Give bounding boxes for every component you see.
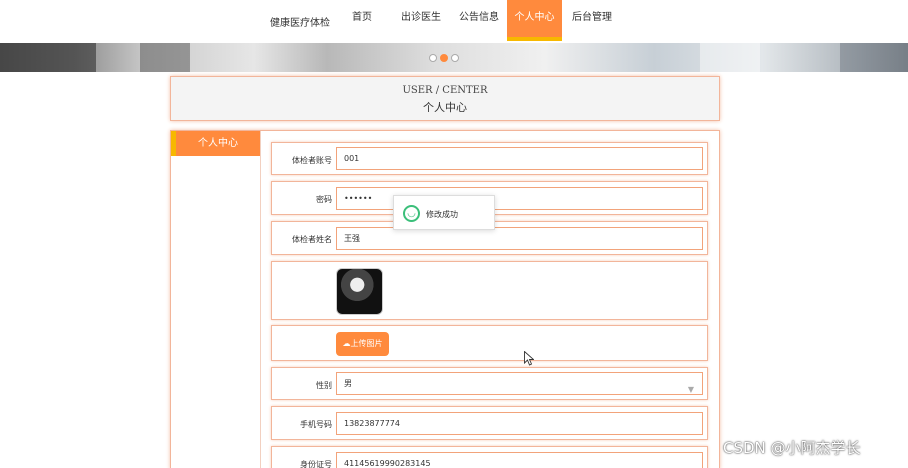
chevron-down-icon: ▼ [687, 385, 694, 394]
header-chinese: 个人中心 [423, 101, 467, 114]
mouse-cursor-icon [524, 351, 534, 366]
upload-cloud-icon: ☁ [342, 339, 351, 348]
phone-input[interactable]: 13823877774 [336, 412, 703, 435]
nav-item-notices[interactable]: 公告信息 [452, 0, 506, 40]
account-label: 体检者账号 [292, 156, 332, 165]
phone-label: 手机号码 [300, 420, 332, 429]
nav-item-doctors[interactable]: 出诊医生 [392, 0, 450, 40]
nav-item-home[interactable]: 首页 [334, 0, 390, 40]
watermark: CSDN @小阿杰学长 [723, 439, 861, 457]
banner-stripe [700, 43, 760, 72]
banner-stripe [840, 43, 908, 72]
form-row-idcard: 身份证号 41145619990283145 [271, 446, 708, 468]
section-header: USER / CENTER 个人中心 [170, 76, 720, 121]
carousel-dot[interactable] [451, 54, 459, 62]
gender-select[interactable]: 男 ▼ [336, 372, 703, 395]
banner-stripe [0, 43, 96, 72]
carousel-dot[interactable] [429, 54, 437, 62]
name-input[interactable]: 王强 [336, 227, 703, 250]
smile-icon: ◡ [403, 205, 420, 222]
page-root: 健康医疗体检 首页 出诊医生 公告信息 个人中心 后台管理 USER / CEN… [0, 0, 908, 468]
form-row-gender: 性别 男 ▼ [271, 367, 708, 400]
carousel-dot-active[interactable] [440, 54, 448, 62]
avatar-image [336, 268, 383, 315]
brand-title: 健康医疗体检 [270, 18, 330, 29]
banner-stripe [140, 43, 190, 72]
sidebar-divider [260, 131, 261, 468]
banner-carousel [0, 43, 908, 72]
form-row-avatar [271, 261, 708, 320]
gender-label: 性别 [316, 381, 332, 390]
gender-select-value: 男 [344, 379, 352, 388]
form-row-phone: 手机号码 13823877774 [271, 406, 708, 440]
idcard-label: 身份证号 [300, 460, 332, 468]
upload-image-button[interactable]: ☁上传图片 [336, 332, 389, 356]
top-nav: 健康医疗体检 首页 出诊医生 公告信息 个人中心 后台管理 [0, 0, 908, 43]
nav-item-user-center[interactable]: 个人中心 [507, 0, 562, 41]
name-label: 体检者姓名 [292, 235, 332, 244]
upload-button-label: 上传图片 [350, 339, 383, 348]
account-input[interactable]: 001 [336, 147, 703, 170]
form-row-account: 体检者账号 001 [271, 142, 708, 175]
password-label: 密码 [316, 195, 332, 204]
form-row-upload: ☁上传图片 [271, 325, 708, 361]
idcard-input[interactable]: 41145619990283145 [336, 452, 703, 468]
sidebar-tab-user-center[interactable]: 个人中心 [171, 131, 260, 156]
success-toast: ◡ 修改成功 [393, 195, 495, 230]
password-input[interactable]: •••••• [336, 187, 703, 210]
toast-message: 修改成功 [426, 210, 458, 219]
nav-item-admin[interactable]: 后台管理 [564, 0, 620, 40]
header-english: USER / CENTER [402, 85, 488, 96]
